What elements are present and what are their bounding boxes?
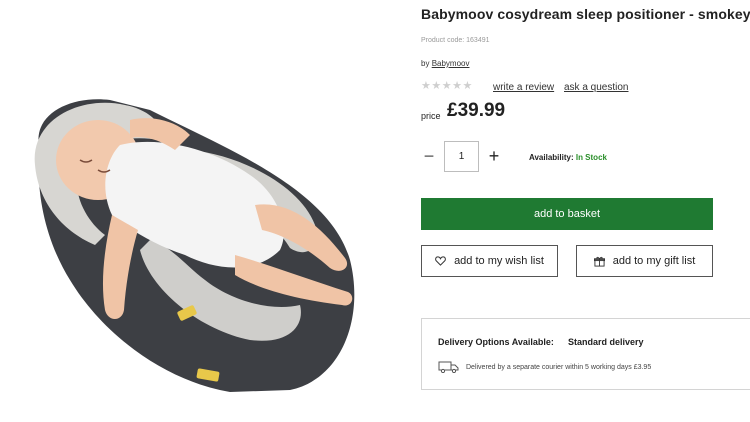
product-image [34,99,355,392]
gift-list-label: add to my gift list [612,255,696,267]
stock-status: In Stock [575,153,607,162]
add-to-wish-list-button[interactable]: add to my wish list [421,245,558,277]
quantity-increase-button[interactable]: + [484,145,504,167]
delivery-note: Delivered by a separate courier within 5… [466,364,652,371]
price-label: price [421,111,441,121]
rating-stars: ★★★★★ [421,80,473,92]
by-prefix: by [421,59,430,68]
product-title: Babymoov cosydream sleep positioner - sm… [421,6,750,22]
availability-label: Availability: [529,153,574,162]
price-value: £39.99 [447,100,506,121]
gift-icon [593,256,605,267]
product-code: Product code: 163491 [421,37,490,44]
van-icon [438,361,459,373]
add-to-gift-list-button[interactable]: add to my gift list [576,245,713,277]
quantity-input[interactable] [444,141,479,172]
quantity-decrease-button[interactable]: − [419,145,439,167]
ask-question-link[interactable]: ask a question [564,82,629,93]
write-review-link[interactable]: write a review [493,82,554,93]
delivery-options-panel: Delivery Options Available: Standard del… [421,318,750,390]
heart-icon [435,256,446,266]
brand-line: by Babymoov [421,59,469,68]
availability: Availability: In Stock [529,153,607,162]
delivery-option: Standard delivery [568,337,644,347]
wish-list-label: add to my wish list [454,255,544,267]
brand-link[interactable]: Babymoov [432,59,470,68]
delivery-title: Delivery Options Available: [438,337,554,347]
add-to-basket-button[interactable]: add to basket [421,198,713,230]
